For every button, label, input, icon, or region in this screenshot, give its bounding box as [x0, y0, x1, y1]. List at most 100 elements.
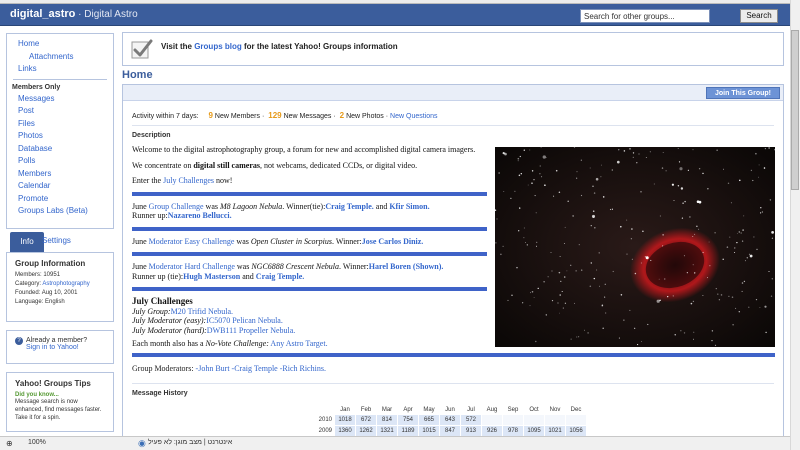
category-link[interactable]: Astrophotography	[42, 281, 89, 287]
new-questions-link[interactable]: New Questions	[390, 113, 437, 120]
star-dot	[620, 294, 623, 296]
month-header: Aug	[486, 406, 498, 413]
history-cell[interactable]: 926	[482, 426, 502, 436]
nav-photos[interactable]: Photos	[7, 130, 113, 143]
search-input[interactable]	[580, 9, 710, 23]
star-dot	[594, 227, 596, 229]
info-value: English	[45, 299, 65, 305]
moderator-link[interactable]: -Rich Richins.	[280, 364, 326, 373]
nav-messages[interactable]: Messages	[7, 93, 113, 106]
runner-up-link[interactable]: Hugh Masterson	[183, 272, 240, 281]
history-cell[interactable]: 847	[440, 426, 460, 436]
info-label: Founded:	[15, 290, 42, 296]
winner-link[interactable]: Jose Carlos Diniz.	[362, 237, 424, 246]
winner-link[interactable]: Harel Boren (Shown).	[369, 262, 444, 271]
history-cell[interactable]: 665	[419, 415, 439, 425]
star-dot	[611, 208, 613, 210]
july-challenges-link[interactable]: July Challenges	[163, 176, 214, 185]
nav-post[interactable]: Post	[7, 105, 113, 118]
join-group-button[interactable]: Join This Group!	[706, 87, 780, 99]
runner-up-link[interactable]: Nazareno Bellucci.	[168, 211, 232, 220]
nav-database[interactable]: Database	[7, 143, 113, 156]
star-dot	[526, 244, 528, 246]
nav-polls[interactable]: Polls	[7, 155, 113, 168]
new-members-count: 9	[208, 111, 213, 120]
star-dot	[533, 179, 535, 181]
tips-text: Message search is now enhanced, find mes…	[15, 399, 102, 421]
history-cell	[524, 415, 544, 425]
group-name-title: digital_astro · Digital Astro	[10, 8, 138, 20]
nav-members[interactable]: Members	[7, 168, 113, 181]
history-cell[interactable]: 913	[461, 426, 481, 436]
history-cell[interactable]: 672	[356, 415, 376, 425]
nav-promote[interactable]: Promote	[7, 193, 113, 206]
july-easy-link[interactable]: IC5070 Pelican Nebula.	[206, 316, 283, 325]
crescent-nebula-image[interactable]	[495, 147, 775, 347]
nav-attachments[interactable]: Attachments	[7, 51, 113, 64]
star-dot	[598, 285, 601, 287]
star-dot	[634, 327, 636, 329]
star-dot	[744, 260, 746, 262]
nav-calendar[interactable]: Calendar	[7, 180, 113, 193]
history-cell[interactable]: 754	[398, 415, 418, 425]
groups-blog-link[interactable]: Groups blog	[194, 42, 242, 51]
zoom-level[interactable]: 100%	[28, 439, 46, 446]
star-dot	[771, 278, 773, 280]
nav-files[interactable]: Files	[7, 118, 113, 131]
members-only-heading: Members Only	[12, 83, 61, 91]
nav-groups-labs[interactable]: Groups Labs (Beta)	[7, 205, 113, 218]
star-dot	[749, 254, 753, 258]
winner-link[interactable]: Kfir Simon.	[389, 202, 429, 211]
star-dot	[734, 252, 736, 253]
star-dot	[523, 149, 526, 151]
group-challenge-link[interactable]: Group Challenge	[149, 202, 204, 211]
history-cell[interactable]: 643	[440, 415, 460, 425]
star-dot	[714, 344, 717, 346]
winner-link[interactable]: Craig Temple.	[325, 202, 373, 211]
tab-settings[interactable]: Settings	[42, 236, 71, 245]
moderator-link[interactable]: -John Burt	[196, 364, 232, 373]
browser-status-bar: ⊕ 100% ◉ אינטרנט | מצב מוגן: לא פעיל	[0, 436, 790, 450]
star-dot	[738, 310, 741, 313]
july-group-link[interactable]: M20 Trifid Nebula.	[171, 307, 233, 316]
july-hard-link[interactable]: DWB111 Propeller Nebula.	[207, 326, 296, 335]
star-dot	[759, 212, 762, 214]
history-cell[interactable]: 814	[377, 415, 397, 425]
easy-challenge-link[interactable]: Moderator Easy Challenge	[149, 237, 235, 246]
history-cell[interactable]: 1021	[545, 426, 565, 436]
tips-title: Yahoo! Groups Tips	[15, 379, 91, 388]
history-cell[interactable]: 978	[503, 426, 523, 436]
history-cell[interactable]: 1360	[335, 426, 355, 436]
history-cell[interactable]: 1321	[377, 426, 397, 436]
search-button[interactable]: Search	[740, 9, 778, 23]
history-cell[interactable]: 1262	[356, 426, 376, 436]
star-dot	[659, 215, 661, 217]
star-dot	[683, 255, 685, 257]
history-cell[interactable]: 572	[461, 415, 481, 425]
nav-home[interactable]: Home	[7, 38, 113, 51]
star-dot	[592, 185, 594, 187]
month-header: May	[423, 406, 435, 413]
nav-links[interactable]: Links	[7, 63, 113, 76]
history-cell[interactable]: 1095	[524, 426, 544, 436]
history-cell[interactable]: 1056	[566, 426, 586, 436]
history-cell[interactable]: 1015	[419, 426, 439, 436]
history-cell[interactable]: 1018	[335, 415, 355, 425]
text: and	[240, 271, 256, 281]
star-dot	[602, 327, 604, 329]
sidebar: Home Attachments Links Members Only Mess…	[6, 33, 114, 229]
star-dot	[618, 337, 620, 339]
runner-up-link[interactable]: Craig Temple.	[256, 272, 304, 281]
sign-in-link[interactable]: Sign in to Yahoo!	[26, 344, 79, 351]
star-dot	[611, 169, 613, 171]
history-cell[interactable]: 1189	[398, 426, 418, 436]
any-target-link[interactable]: Any Astro Target.	[269, 339, 327, 348]
scrollbar-thumb[interactable]	[791, 30, 799, 190]
star-dot	[564, 226, 566, 228]
star-dot	[741, 240, 744, 242]
hard-challenge-link[interactable]: Moderator Hard Challenge	[149, 262, 235, 271]
text: and	[373, 201, 390, 211]
tab-info[interactable]: Info	[10, 232, 44, 252]
moderator-link[interactable]: -Craig Temple	[232, 364, 280, 373]
group-name[interactable]: digital_astro	[10, 8, 75, 20]
